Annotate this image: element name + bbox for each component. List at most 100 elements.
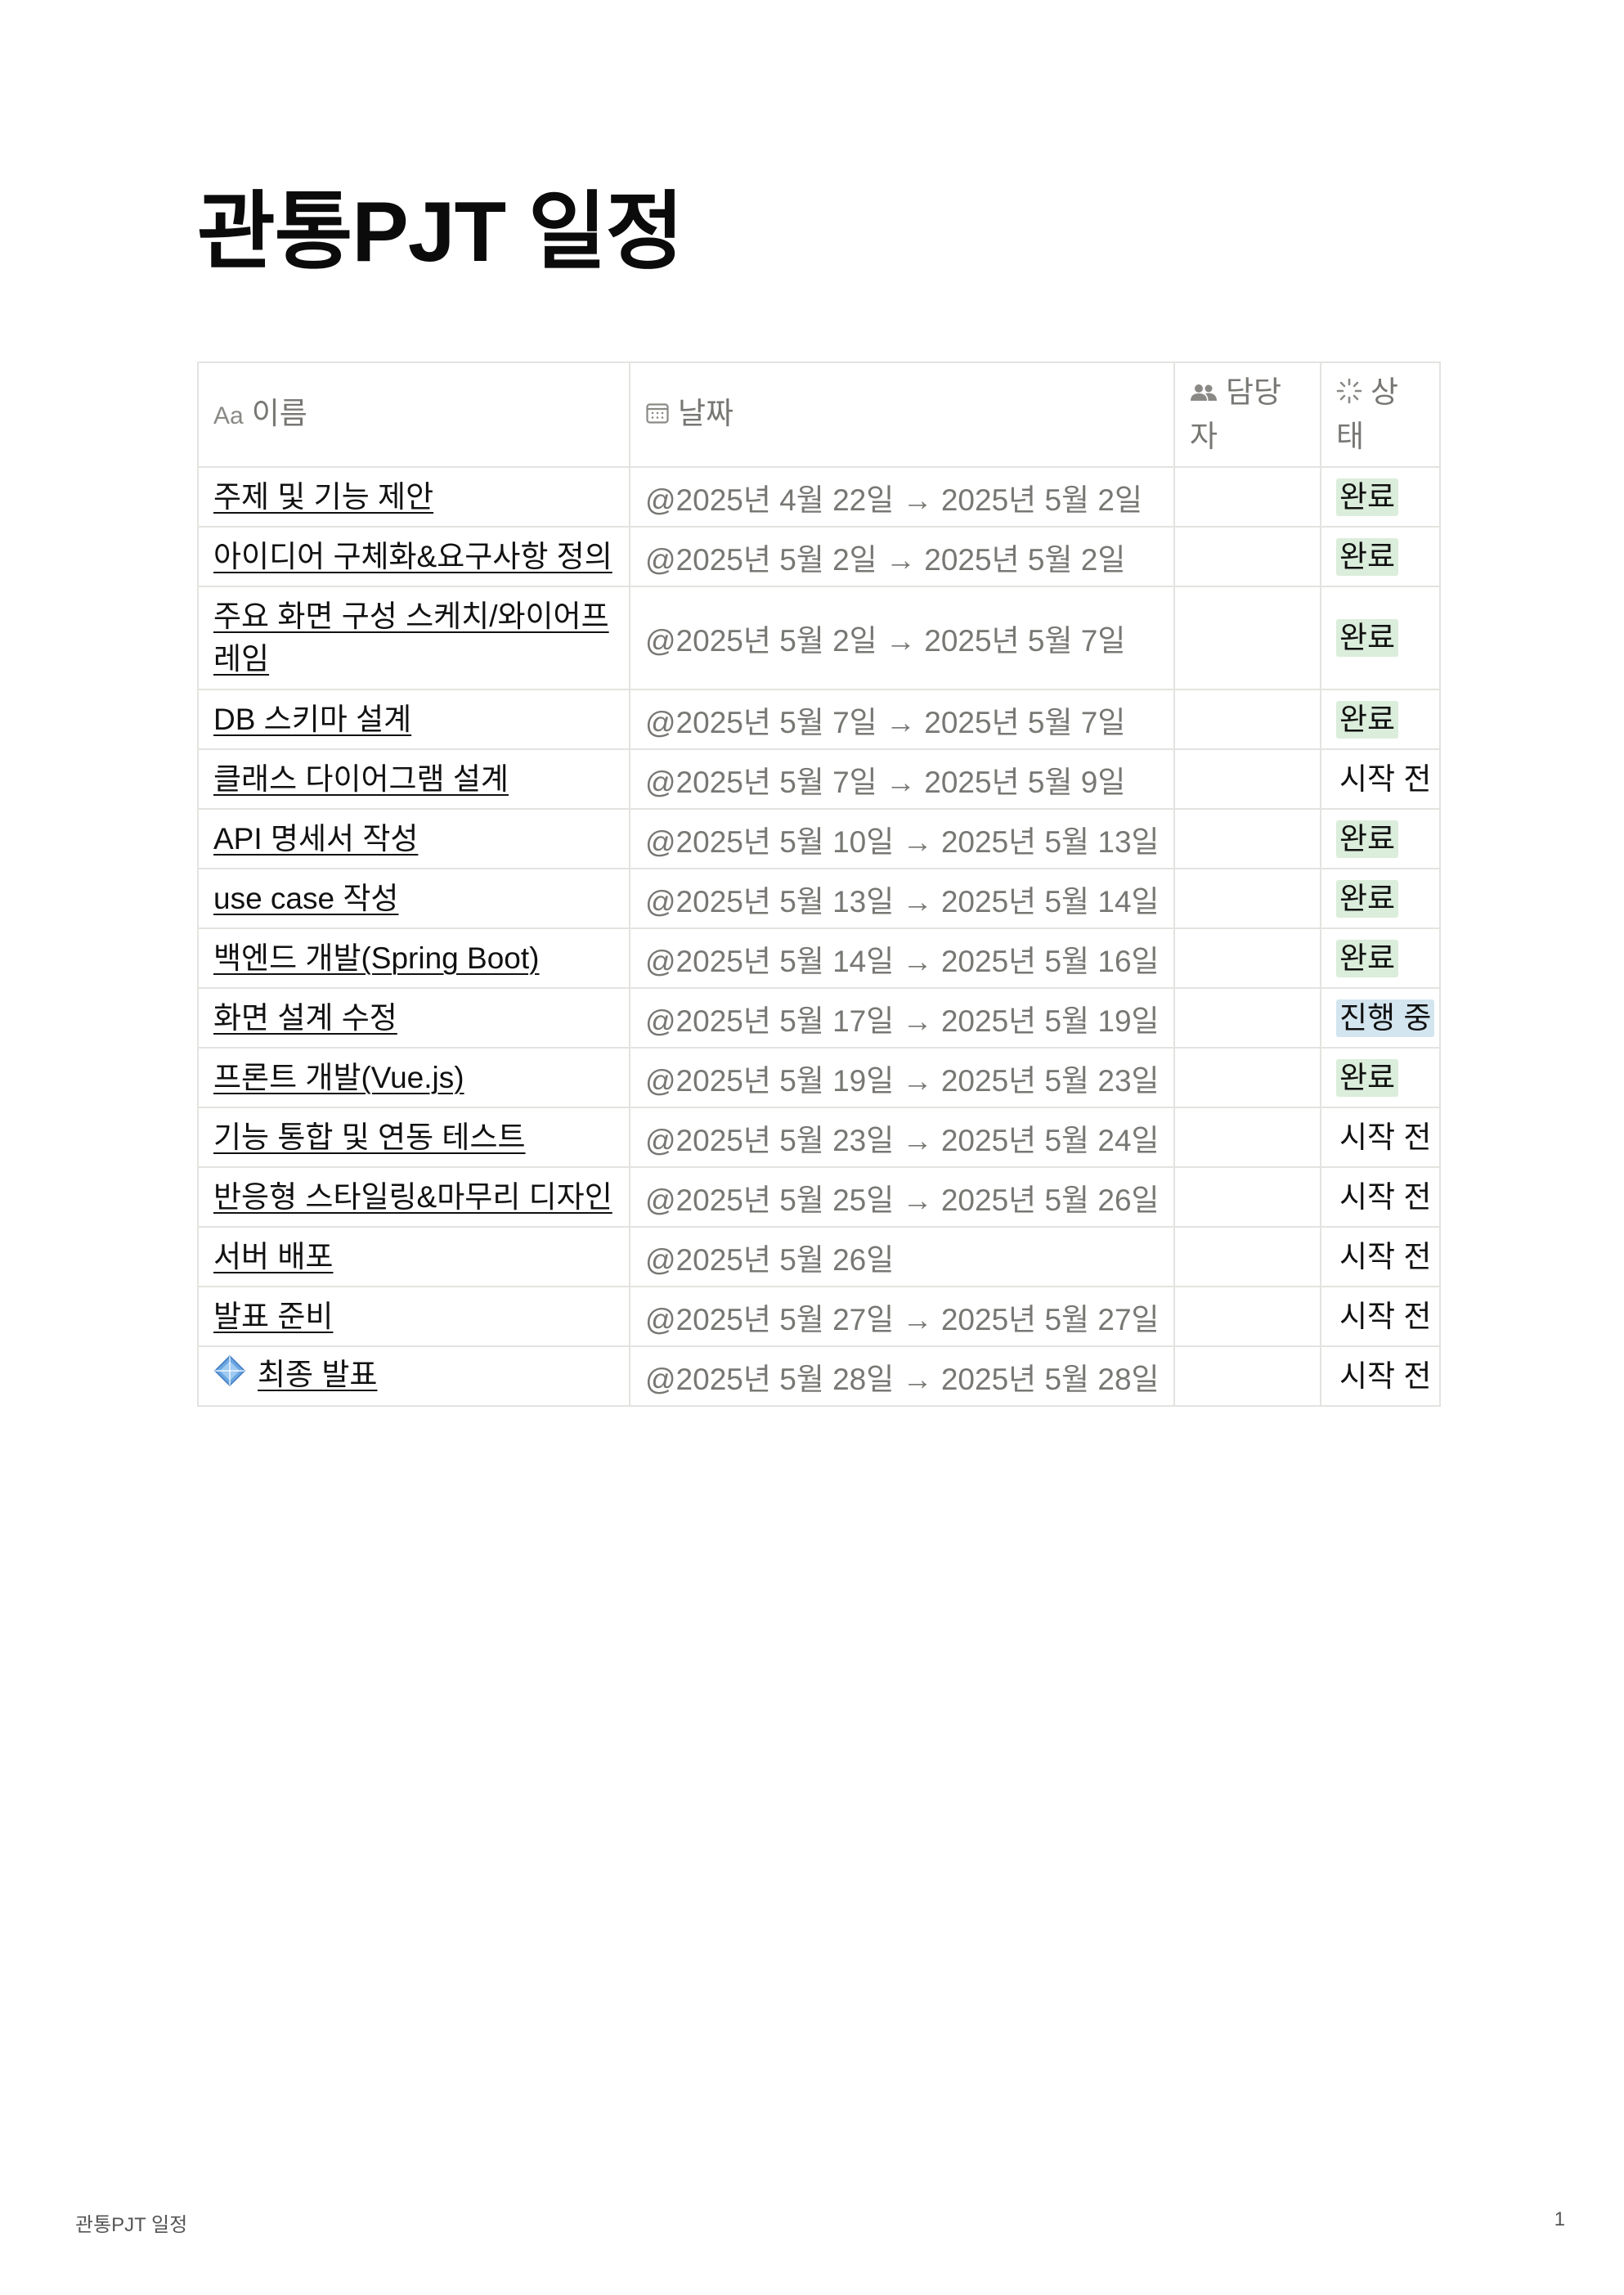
assignee-cell[interactable] [1173, 689, 1321, 750]
name-cell: 서버 배포 [197, 1226, 630, 1287]
date-cell[interactable]: @2025년 5월 13일 → 2025년 5월 14일 [629, 868, 1175, 929]
assignee-cell[interactable] [1173, 927, 1321, 989]
name-cell: API 명세서 작성 [197, 808, 630, 869]
assignee-cell[interactable] [1173, 1226, 1321, 1287]
assignee-cell[interactable] [1173, 586, 1321, 690]
date-cell[interactable]: @2025년 4월 22일 → 2025년 5월 2일 [629, 466, 1175, 528]
assignee-cell[interactable] [1173, 987, 1321, 1049]
status-badge: 완료 [1336, 478, 1399, 516]
status-badge: 시작 전 [1339, 1299, 1432, 1333]
task-link[interactable]: 주요 화면 구성 스케치/와이어프레임 [213, 600, 609, 676]
status-badge: 진행 중 [1336, 999, 1435, 1037]
task-link[interactable]: 프론트 개발(Vue.js) [213, 1061, 464, 1094]
task-link[interactable]: API 명세서 작성 [213, 822, 418, 856]
table-header-row: Aa 이름 날짜 담당자 상태 [197, 362, 1441, 468]
name-cell: 화면 설계 수정 [197, 987, 630, 1049]
task-link[interactable]: 발표 준비 [213, 1300, 333, 1333]
task-link[interactable]: DB 스키마 설계 [213, 703, 411, 736]
status-cell[interactable]: 완료 [1320, 466, 1441, 528]
task-link[interactable]: 아이디어 구체화&요구사항 정의 [213, 540, 612, 573]
status-cell[interactable]: 시작 전 [1320, 1345, 1441, 1407]
status-cell[interactable]: 시작 전 [1320, 1107, 1441, 1168]
status-cell[interactable]: 완료 [1320, 868, 1441, 929]
task-link[interactable]: 화면 설계 수정 [213, 1001, 397, 1035]
assignee-cell[interactable] [1173, 1345, 1321, 1407]
name-cell: 주제 및 기능 제안 [197, 466, 630, 528]
status-badge: 완료 [1336, 537, 1399, 576]
assignee-cell[interactable] [1173, 808, 1321, 869]
name-cell: 백엔드 개발(Spring Boot) [197, 927, 630, 989]
date-cell[interactable]: @2025년 5월 27일 → 2025년 5월 27일 [629, 1286, 1175, 1347]
date-cell[interactable]: @2025년 5월 2일 → 2025년 5월 2일 [629, 526, 1175, 587]
blue-diamond-icon [213, 1354, 246, 1399]
name-cell: 최종 발표 [197, 1345, 630, 1407]
date-cell[interactable]: @2025년 5월 7일 → 2025년 5월 7일 [629, 689, 1175, 750]
status-badge: 시작 전 [1339, 1239, 1432, 1273]
date-cell[interactable]: @2025년 5월 2일 → 2025년 5월 7일 [629, 586, 1175, 690]
name-cell: 클래스 다이어그램 설계 [197, 748, 630, 810]
assignee-cell[interactable] [1173, 1047, 1321, 1108]
task-link[interactable]: use case 작성 [213, 882, 398, 915]
status-cell[interactable]: 완료 [1320, 689, 1441, 750]
table-row: 클래스 다이어그램 설계 @2025년 5월 7일 → 2025년 5월 9일 … [197, 748, 1441, 810]
status-badge: 완료 [1336, 619, 1399, 657]
page-title: 관통PJT 일정 [197, 185, 684, 280]
column-header-date-label: 날짜 [678, 396, 734, 430]
column-header-name-label: 이름 [251, 396, 307, 430]
column-header-date[interactable]: 날짜 [629, 362, 1175, 468]
schedule-table: Aa 이름 날짜 담당자 상태 주제 및 기능 제안 @2025년 4월 22일… [197, 362, 1441, 1407]
status-cell[interactable]: 완료 [1320, 526, 1441, 587]
assignee-cell[interactable] [1173, 868, 1321, 929]
column-header-name[interactable]: Aa 이름 [197, 362, 630, 468]
table-row: use case 작성 @2025년 5월 13일 → 2025년 5월 14일… [197, 868, 1441, 929]
column-header-assignee[interactable]: 담당자 [1173, 362, 1321, 468]
date-cell[interactable]: @2025년 5월 14일 → 2025년 5월 16일 [629, 927, 1175, 989]
date-cell[interactable]: @2025년 5월 26일 [629, 1226, 1175, 1287]
status-cell[interactable]: 시작 전 [1320, 1166, 1441, 1228]
status-cell[interactable]: 진행 중 [1320, 987, 1441, 1049]
status-cell[interactable]: 완료 [1320, 927, 1441, 989]
table-row: 프론트 개발(Vue.js) @2025년 5월 19일 → 2025년 5월 … [197, 1047, 1441, 1108]
status-cell[interactable]: 완료 [1320, 808, 1441, 869]
status-cell[interactable]: 시작 전 [1320, 748, 1441, 810]
date-cell[interactable]: @2025년 5월 7일 → 2025년 5월 9일 [629, 748, 1175, 810]
task-link[interactable]: 최종 발표 [258, 1358, 377, 1391]
table-row: 주요 화면 구성 스케치/와이어프레임 @2025년 5월 2일 → 2025년… [197, 586, 1441, 690]
status-cell[interactable]: 시작 전 [1320, 1286, 1441, 1347]
task-link[interactable]: 기능 통합 및 연동 테스트 [213, 1121, 526, 1154]
assignee-cell[interactable] [1173, 748, 1321, 810]
loading-spinner-icon [1336, 373, 1362, 415]
task-link[interactable]: 주제 및 기능 제안 [213, 480, 433, 514]
status-badge: 완료 [1336, 1058, 1399, 1097]
date-cell[interactable]: @2025년 5월 23일 → 2025년 5월 24일 [629, 1107, 1175, 1168]
page-number: 1 [1554, 2208, 1565, 2230]
assignee-cell[interactable] [1173, 526, 1321, 587]
name-cell: DB 스키마 설계 [197, 689, 630, 750]
task-link[interactable]: 반응형 스타일링&마무리 디자인 [213, 1180, 612, 1214]
task-link[interactable]: 백엔드 개발(Spring Boot) [213, 941, 539, 975]
date-cell[interactable]: @2025년 5월 25일 → 2025년 5월 26일 [629, 1166, 1175, 1228]
date-cell[interactable]: @2025년 5월 19일 → 2025년 5월 23일 [629, 1047, 1175, 1108]
column-header-status[interactable]: 상태 [1320, 362, 1441, 468]
task-link[interactable]: 클래스 다이어그램 설계 [213, 762, 509, 796]
table-row: 발표 준비 @2025년 5월 27일 → 2025년 5월 27일 시작 전 [197, 1286, 1441, 1347]
name-cell: 프론트 개발(Vue.js) [197, 1047, 630, 1108]
name-cell: 기능 통합 및 연동 테스트 [197, 1107, 630, 1168]
status-cell[interactable]: 완료 [1320, 586, 1441, 690]
date-cell[interactable]: @2025년 5월 28일 → 2025년 5월 28일 [629, 1345, 1175, 1407]
date-cell[interactable]: @2025년 5월 10일 → 2025년 5월 13일 [629, 808, 1175, 869]
assignee-cell[interactable] [1173, 1286, 1321, 1347]
text-aa-icon: Aa [213, 402, 244, 429]
date-cell[interactable]: @2025년 5월 17일 → 2025년 5월 19일 [629, 987, 1175, 1049]
status-cell[interactable]: 시작 전 [1320, 1226, 1441, 1287]
status-cell[interactable]: 완료 [1320, 1047, 1441, 1108]
assignee-cell[interactable] [1173, 466, 1321, 528]
table-row: 서버 배포 @2025년 5월 26일 시작 전 [197, 1226, 1441, 1287]
footer-title: 관통PJT 일정 [75, 2214, 188, 2236]
task-link[interactable]: 서버 배포 [213, 1240, 333, 1273]
table-row: 백엔드 개발(Spring Boot) @2025년 5월 14일 → 2025… [197, 927, 1441, 989]
assignee-cell[interactable] [1173, 1107, 1321, 1168]
table-row: 최종 발표 @2025년 5월 28일 → 2025년 5월 28일 시작 전 [197, 1345, 1441, 1407]
table-row: DB 스키마 설계 @2025년 5월 7일 → 2025년 5월 7일 완료 [197, 689, 1441, 750]
assignee-cell[interactable] [1173, 1166, 1321, 1228]
